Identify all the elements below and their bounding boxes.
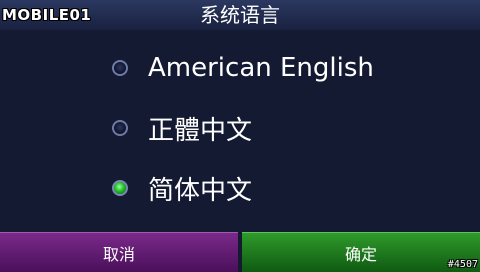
radio-button-icon[interactable] [112, 60, 128, 76]
confirm-button[interactable]: 确定 [242, 232, 480, 272]
option-label: 简体中文 [148, 175, 253, 206]
image-id-badge: #4507 [447, 259, 478, 270]
radio-button-icon[interactable] [112, 120, 128, 136]
language-option-traditional-chinese[interactable]: 正體中文 [112, 106, 412, 150]
option-label: American English [148, 53, 374, 83]
language-option-simplified-chinese[interactable]: 简体中文 [112, 166, 412, 210]
option-label: 正體中文 [148, 115, 253, 146]
page-title: 系统语言 [200, 3, 280, 27]
language-option-american-english[interactable]: American English [112, 46, 412, 90]
cancel-button[interactable]: 取消 [0, 232, 238, 272]
radio-button-selected-icon[interactable] [112, 180, 128, 196]
